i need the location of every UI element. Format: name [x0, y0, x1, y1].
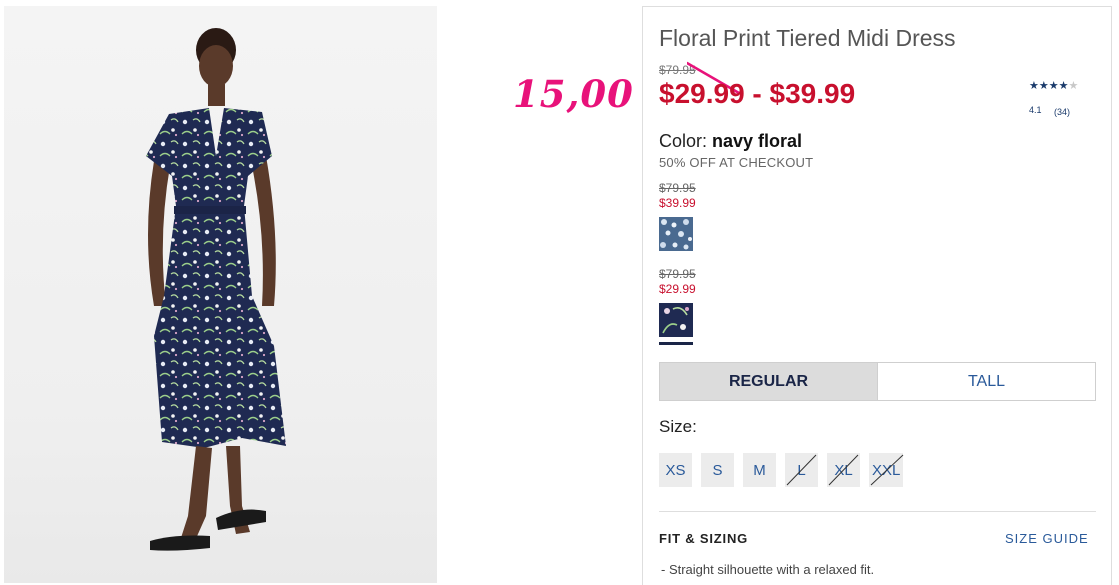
star-icon: ★ [1048, 80, 1059, 92]
swatch-group: $79.95 $39.99 [659, 181, 696, 251]
size-label-text: XS [665, 461, 686, 479]
color-label: Color: [659, 131, 713, 151]
selected-swatch-indicator [659, 342, 693, 345]
size-label: Size: [659, 417, 697, 436]
star-icon: ★ [1029, 80, 1039, 92]
unavailable-slash-icon [870, 454, 904, 486]
promo-text: 50% OFF AT CHECKOUT [659, 155, 814, 170]
swatch-sale-price: $29.99 [659, 282, 696, 296]
sale-price-range: $29.99 - $39.99 [659, 78, 856, 109]
size-selector: XS S M L XL XXL [659, 453, 904, 487]
star-empty-icon: ★ [1068, 80, 1079, 92]
rating-value: 4.1 [1029, 105, 1042, 115]
unavailable-slash-icon [828, 454, 859, 486]
star-icon: ★ [1038, 80, 1049, 92]
star-icon: ★ [1058, 80, 1069, 92]
review-count[interactable]: (34) [1054, 107, 1070, 117]
swatch-sale-price: $39.99 [659, 196, 696, 210]
rating-stars: ★★★★★ [1029, 80, 1078, 92]
color-value: navy floral [712, 131, 803, 151]
swatch-original-price: $79.95 [659, 181, 696, 195]
detail-bullet: - Straight silhouette with a relaxed fit… [661, 562, 875, 577]
size-guide-link[interactable]: SIZE GUIDE [1005, 531, 1089, 546]
size-label-text: M [753, 461, 766, 479]
swatch-blue-floral[interactable] [659, 217, 693, 251]
unavailable-slash-icon [786, 454, 817, 486]
size-button-xxl-unavailable[interactable]: XXL [869, 453, 904, 487]
section-divider [659, 511, 1096, 512]
swatch-group: $79.95 $29.99 [659, 267, 696, 345]
price-annotation: 15,00 [513, 72, 634, 116]
fit-option-tall[interactable]: TALL [877, 363, 1095, 400]
fit-option-regular[interactable]: REGULAR [660, 363, 877, 400]
fit-sizing-heading[interactable]: FIT & SIZING [659, 531, 748, 546]
size-button-xl-unavailable[interactable]: XL [827, 453, 860, 487]
fit-toggle: REGULAR TALL [659, 362, 1096, 401]
size-label-text: S [712, 461, 723, 479]
swatch-original-price: $79.95 [659, 267, 696, 281]
product-title: Floral Print Tiered Midi Dress [659, 25, 956, 51]
product-image[interactable] [4, 6, 437, 583]
color-line: Color: navy floral [659, 131, 802, 152]
swatch-navy-floral[interactable] [659, 303, 693, 337]
size-button-xs[interactable]: XS [659, 453, 692, 487]
rating-widget[interactable]: ★★★★★ 4.1 (34) [1029, 80, 1078, 117]
size-button-l-unavailable[interactable]: L [785, 453, 818, 487]
product-details-panel: Floral Print Tiered Midi Dress $79.95 $2… [642, 6, 1112, 585]
model-illustration [146, 28, 286, 551]
size-button-s[interactable]: S [701, 453, 734, 487]
size-button-m[interactable]: M [743, 453, 776, 487]
